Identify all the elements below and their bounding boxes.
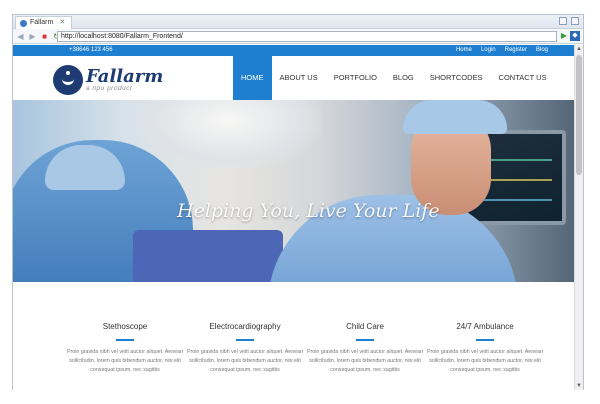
top-link-home[interactable]: Home (456, 45, 472, 56)
service-divider (236, 339, 254, 341)
site-header: Fallarm a npu product HOME ABOUT US PORT… (13, 56, 574, 104)
scroll-up-icon[interactable]: ▲ (575, 45, 583, 53)
service-ambulance: 24/7 Ambulance Proin gravida nibh vel ve… (420, 322, 550, 375)
back-arrow-icon[interactable]: ◀ (16, 32, 25, 41)
logo-mark-icon (53, 65, 83, 95)
globe-icon (20, 19, 27, 27)
doctor-cap-graphic (403, 100, 507, 134)
menu-item-home[interactable]: HOME (233, 56, 272, 104)
services-section: Stethoscope Proin gravida nibh vel velit… (13, 282, 574, 390)
service-divider (356, 339, 374, 341)
surgical-lamp-graphic (133, 100, 323, 170)
go-arrow-icon[interactable]: ▶ (561, 31, 567, 40)
service-divider (116, 339, 134, 341)
phone-number: +38646 123 456 (69, 47, 113, 53)
nurse-cap-graphic (45, 145, 125, 190)
bed-graphic (133, 230, 283, 282)
menu-item-portfolio[interactable]: PORTFOLIO (326, 56, 385, 100)
service-stethoscope: Stethoscope Proin gravida nibh vel velit… (60, 322, 190, 375)
service-child-care: Child Care Proin gravida nibh vel velit … (300, 322, 430, 375)
stop-icon[interactable]: ■ (40, 32, 49, 41)
scroll-thumb[interactable] (576, 55, 582, 175)
service-text: Proin gravida nibh vel velit auctor aliq… (66, 349, 184, 373)
url-input[interactable]: http://localhost:8080/Fallarm_Frontend/ (57, 31, 557, 42)
close-tab-icon[interactable]: ✕ (59, 17, 65, 29)
menu-item-shortcodes[interactable]: SHORTCODES (422, 56, 491, 100)
service-divider (476, 339, 494, 341)
service-title: 24/7 Ambulance (456, 322, 514, 331)
service-text: Proin gravida nibh vel velit auctor aliq… (306, 349, 424, 373)
service-text: Proin gravida nibh vel velit auctor aliq… (186, 349, 304, 373)
menu-item-contact-us[interactable]: CONTACT US (491, 56, 555, 100)
page-viewport: +38646 123 456 Home Login Register Blog … (13, 45, 574, 390)
window-controls (559, 17, 579, 25)
service-title: Child Care (346, 322, 384, 331)
navigation-bar: ◀ ▶ ■ ↻ http://localhost:8080/Fallarm_Fr… (13, 29, 583, 44)
hero-tagline: Helping You, Live Your Life (177, 200, 440, 222)
scroll-down-icon[interactable]: ▼ (575, 382, 583, 390)
service-text: Proin gravida nibh vel velit auctor aliq… (426, 349, 544, 373)
site-topbar: +38646 123 456 Home Login Register Blog (13, 45, 574, 56)
logo-text: Fallarm a npu product (86, 65, 164, 93)
service-electrocardiography: Electrocardiography Proin gravida nibh v… (180, 322, 310, 375)
minimize-button[interactable] (559, 17, 567, 25)
top-links: Home Login Register Blog (456, 45, 548, 56)
menu-item-blog[interactable]: BLOG (385, 56, 422, 100)
top-link-login[interactable]: Login (481, 45, 496, 56)
service-title: Stethoscope (102, 322, 148, 331)
logo-name: Fallarm (86, 65, 164, 87)
browser-tab[interactable]: Fallarm ✕ (15, 16, 73, 29)
menu-item-about-us[interactable]: ABOUT US (272, 56, 326, 100)
browser-window: Fallarm ✕ ◀ ▶ ■ ↻ http://localhost:8080/… (12, 14, 584, 390)
vertical-scrollbar[interactable]: ▲ ▼ (574, 45, 583, 390)
service-title: Electrocardiography (209, 322, 281, 331)
top-link-register[interactable]: Register (505, 45, 527, 56)
tab-title: Fallarm (30, 19, 54, 26)
extension-icon[interactable]: ◆ (570, 31, 580, 41)
maximize-button[interactable] (571, 17, 579, 25)
top-link-blog[interactable]: Blog (536, 45, 548, 56)
tab-bar: Fallarm ✕ (13, 15, 583, 29)
forward-arrow-icon[interactable]: ▶ (28, 32, 37, 41)
hero-banner: Helping You, Live Your Life (13, 100, 574, 282)
site-logo[interactable]: Fallarm a npu product (53, 65, 163, 95)
main-menu: HOME ABOUT US PORTFOLIO BLOG SHORTCODES … (233, 56, 555, 104)
